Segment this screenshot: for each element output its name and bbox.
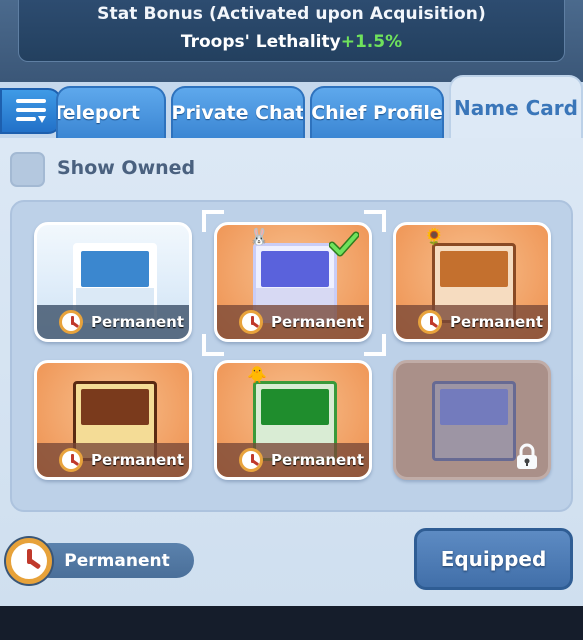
show-owned-label: Show Owned xyxy=(57,157,196,179)
selection-corner xyxy=(202,210,224,232)
selection-corner xyxy=(364,334,386,356)
equipped-button[interactable]: Equipped xyxy=(414,528,573,590)
name-card-item[interactable]: Permanent xyxy=(34,222,192,342)
card-duration-label: Permanent xyxy=(271,313,365,331)
card-duration-plate: Permanent xyxy=(217,305,369,339)
name-card-preview xyxy=(432,381,516,461)
card-duration-label: Permanent xyxy=(91,451,185,469)
card-duration-plate: Permanent xyxy=(217,443,369,477)
bird-decoration-icon: 🐥 xyxy=(247,365,267,384)
clock-icon xyxy=(59,310,83,334)
tab-name-card[interactable]: Name Card xyxy=(449,75,583,139)
equipped-duration-pill: Permanent xyxy=(32,543,194,578)
clock-icon xyxy=(59,448,83,472)
name-card-item[interactable]: 🌻 Permanent xyxy=(393,222,551,342)
card-duration-plate: Permanent xyxy=(396,305,548,339)
tab-chief-profile[interactable]: Chief Profile xyxy=(310,86,444,138)
name-card-item-selected[interactable]: 🐰 Permanent xyxy=(214,222,372,342)
stat-bonus-panel: Stat Bonus (Activated upon Acquisition) … xyxy=(18,0,565,62)
tab-teleport[interactable]: Teleport xyxy=(56,86,166,138)
lock-icon xyxy=(517,443,537,469)
clock-icon xyxy=(239,448,263,472)
stat-bonus-effect: Troops' Lethality+1.5% xyxy=(19,32,564,52)
clock-icon xyxy=(418,310,442,334)
card-duration-plate: Permanent xyxy=(37,443,189,477)
show-owned-checkbox[interactable] xyxy=(10,152,45,187)
name-card-item-locked[interactable] xyxy=(393,360,551,480)
effect-label: Troops' Lethality xyxy=(180,32,341,52)
name-card-item[interactable]: Permanent xyxy=(34,360,192,480)
clock-icon xyxy=(6,538,52,584)
checkmark-icon xyxy=(329,231,359,257)
name-card-item[interactable]: 🐥 Permanent xyxy=(214,360,372,480)
bunny-decoration-icon: 🐰 xyxy=(249,227,269,246)
card-duration-label: Permanent xyxy=(271,451,365,469)
equipped-duration-label: Permanent xyxy=(64,550,170,571)
card-duration-label: Permanent xyxy=(450,313,544,331)
flower-decoration-icon: 🌻 xyxy=(424,227,444,246)
top-banner: Stat Bonus (Activated upon Acquisition) … xyxy=(0,0,583,85)
card-duration-label: Permanent xyxy=(91,313,185,331)
card-duration-plate: Permanent xyxy=(37,305,189,339)
stat-bonus-title: Stat Bonus (Activated upon Acquisition) xyxy=(97,4,486,24)
selection-corner xyxy=(202,334,224,356)
filter-menu-icon xyxy=(16,99,46,123)
selection-corner xyxy=(364,210,386,232)
effect-value: +1.5% xyxy=(340,32,403,52)
name-card-grid: Permanent 🐰 Permanent 🌻 Permanent Perman… xyxy=(10,200,573,512)
clock-icon xyxy=(239,310,263,334)
bottom-bar xyxy=(0,606,583,640)
filter-menu-button[interactable] xyxy=(0,88,62,134)
tab-private-chat[interactable]: Private Chat xyxy=(171,86,305,138)
